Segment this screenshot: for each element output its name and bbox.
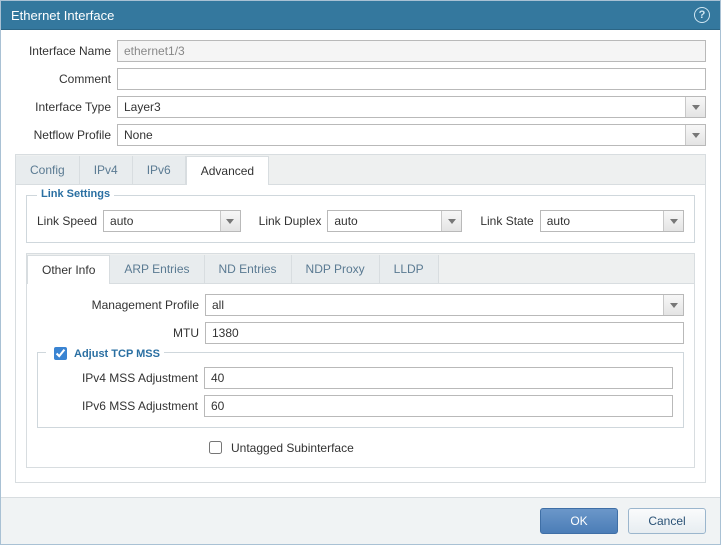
- netflow-profile-select[interactable]: None: [117, 124, 706, 146]
- interface-type-select[interactable]: Layer3: [117, 96, 706, 118]
- dialog-footer: OK Cancel: [1, 497, 720, 544]
- netflow-profile-value: None: [118, 128, 685, 142]
- mtu-input[interactable]: [205, 322, 684, 344]
- titlebar: Ethernet Interface ?: [1, 1, 720, 30]
- link-duplex-label: Link Duplex: [259, 214, 322, 228]
- tab-other-info[interactable]: Other Info: [27, 255, 110, 284]
- interface-name-field: ethernet1/3: [117, 40, 706, 62]
- inner-tabs: Other Info ARP Entries ND Entries NDP Pr…: [26, 253, 695, 283]
- tab-ipv6[interactable]: IPv6: [133, 156, 186, 184]
- help-icon[interactable]: ?: [694, 7, 710, 23]
- link-state-label: Link State: [480, 214, 533, 228]
- interface-type-label: Interface Type: [15, 100, 117, 114]
- ipv6-mss-label: IPv6 MSS Adjustment: [48, 399, 204, 413]
- chevron-down-icon[interactable]: [663, 295, 683, 315]
- ethernet-interface-dialog: Ethernet Interface ? Interface Name ethe…: [0, 0, 721, 545]
- tab-config[interactable]: Config: [16, 156, 80, 184]
- link-duplex-select[interactable]: auto: [327, 210, 462, 232]
- link-state-value: auto: [541, 214, 663, 228]
- dialog-body: Interface Name ethernet1/3 Comment Inter…: [1, 30, 720, 497]
- chevron-down-icon[interactable]: [663, 211, 683, 231]
- comment-input[interactable]: [117, 68, 706, 90]
- link-speed-value: auto: [104, 214, 220, 228]
- untagged-subinterface-checkbox[interactable]: [209, 441, 222, 454]
- adjust-tcp-mss-label: Adjust TCP MSS: [74, 348, 160, 360]
- link-duplex-value: auto: [328, 214, 441, 228]
- tab-lldp[interactable]: LLDP: [380, 255, 439, 283]
- other-info-panel: Management Profile all MTU: [26, 283, 695, 468]
- netflow-profile-label: Netflow Profile: [15, 128, 117, 142]
- ipv4-mss-input[interactable]: [204, 367, 673, 389]
- advanced-panel: Link Settings Link Speed auto Link Duple…: [15, 184, 706, 483]
- tab-ipv4[interactable]: IPv4: [80, 156, 133, 184]
- ipv4-mss-label: IPv4 MSS Adjustment: [48, 371, 204, 385]
- comment-label: Comment: [15, 72, 117, 86]
- mgmt-profile-label: Management Profile: [37, 298, 205, 312]
- dialog-title: Ethernet Interface: [11, 8, 114, 23]
- tab-nd-entries[interactable]: ND Entries: [205, 255, 292, 283]
- tab-advanced[interactable]: Advanced: [186, 156, 269, 185]
- link-settings-group: Link Settings Link Speed auto Link Duple…: [26, 195, 695, 243]
- mgmt-profile-select[interactable]: all: [205, 294, 684, 316]
- link-speed-label: Link Speed: [37, 214, 97, 228]
- tab-arp-entries[interactable]: ARP Entries: [110, 255, 204, 283]
- mgmt-profile-value: all: [206, 298, 663, 312]
- chevron-down-icon[interactable]: [685, 125, 705, 145]
- ok-button-label: OK: [570, 514, 587, 528]
- chevron-down-icon[interactable]: [441, 211, 461, 231]
- outer-tabs: Config IPv4 IPv6 Advanced: [15, 154, 706, 184]
- ipv6-mss-input[interactable]: [204, 395, 673, 417]
- mtu-label: MTU: [37, 326, 205, 340]
- untagged-subinterface-label: Untagged Subinterface: [231, 441, 354, 455]
- link-state-select[interactable]: auto: [540, 210, 684, 232]
- tab-ndp-proxy[interactable]: NDP Proxy: [292, 255, 380, 283]
- interface-name-label: Interface Name: [15, 44, 117, 58]
- adjust-tcp-mss-group: Adjust TCP MSS IPv4 MSS Adjustment IPv6 …: [37, 352, 684, 428]
- chevron-down-icon[interactable]: [685, 97, 705, 117]
- adjust-tcp-mss-checkbox[interactable]: [54, 347, 67, 360]
- interface-type-value: Layer3: [118, 100, 685, 114]
- link-speed-select[interactable]: auto: [103, 210, 241, 232]
- chevron-down-icon[interactable]: [220, 211, 240, 231]
- interface-name-value: ethernet1/3: [124, 44, 185, 58]
- cancel-button-label: Cancel: [648, 514, 685, 528]
- link-settings-legend: Link Settings: [37, 188, 114, 200]
